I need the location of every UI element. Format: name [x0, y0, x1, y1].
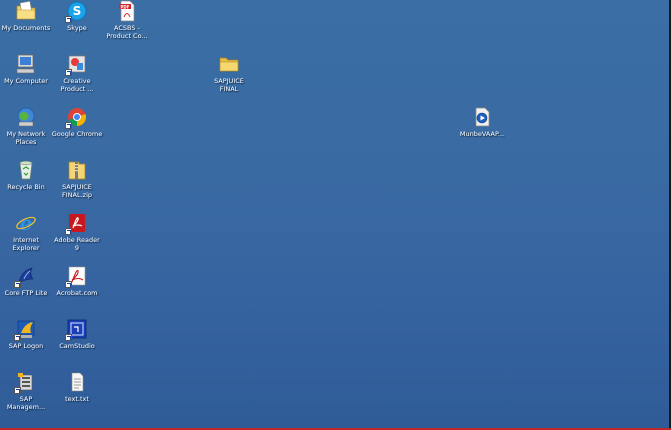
desktop-icon-skype[interactable]: S Skype	[51, 0, 103, 32]
shortcut-arrow-icon	[65, 69, 72, 76]
desktop-icon-internet-explorer[interactable]: e Internet Explorer	[0, 211, 52, 252]
icon-label: My Documents	[1, 24, 51, 32]
desktop-icon-recycle-bin[interactable]: Recycle Bin	[0, 159, 52, 191]
skype-icon: S	[65, 0, 88, 23]
camstudio-icon	[65, 318, 88, 341]
icon-label: SAP Logon	[8, 342, 44, 350]
desktop-icon-sap-management[interactable]: SAP Managem...	[0, 371, 52, 411]
icon-label: text.txt	[65, 395, 89, 403]
desktop-icon-my-network-places[interactable]: My Network Places	[0, 106, 52, 146]
shortcut-arrow-icon	[65, 228, 72, 235]
icon-label: Creative Product ...	[60, 77, 94, 93]
folder-documents-icon	[15, 0, 37, 22]
icon-label: Adobe Reader 9	[54, 236, 100, 252]
desktop-icon-munbevaap[interactable]: MunbeVAAP...	[456, 106, 508, 138]
zip-folder-icon	[66, 159, 88, 181]
internet-explorer-icon: e	[15, 211, 37, 235]
icon-label: Core FTP Lite	[4, 289, 48, 297]
folder-icon	[218, 53, 240, 75]
icon-label: SAPJUICE FINAL.zip	[62, 183, 92, 199]
desktop-icon-acsbs-pdf[interactable]: PDF ACSBS - Product Co...	[101, 0, 153, 40]
desktop-icon-google-chrome[interactable]: Google Chrome	[51, 106, 103, 138]
desktop-icon-sap-logon[interactable]: SAP Logon	[0, 318, 52, 350]
shortcut-arrow-icon	[65, 16, 72, 23]
desktop: My Documents S Skype PDF ACSBS - Product…	[0, 0, 671, 430]
shortcut-arrow-icon	[65, 334, 72, 341]
sap-management-icon	[14, 371, 37, 394]
shortcut-arrow-icon	[14, 334, 21, 341]
text-file-icon	[66, 371, 88, 393]
icon-label: Skype	[67, 24, 87, 32]
chrome-icon	[65, 106, 88, 129]
core-ftp-icon	[14, 265, 37, 288]
icon-label: Recycle Bin	[7, 183, 45, 191]
acrobat-com-icon	[65, 265, 88, 288]
shortcut-arrow-icon	[65, 122, 72, 129]
desktop-icon-camstudio[interactable]: CamStudio	[51, 318, 103, 350]
computer-icon	[15, 53, 37, 75]
desktop-icon-adobe-reader[interactable]: Adobe Reader 9	[51, 212, 103, 252]
desktop-icon-text-txt[interactable]: text.txt	[51, 371, 103, 403]
icon-label: Google Chrome	[51, 130, 103, 138]
shortcut-arrow-icon	[14, 387, 21, 394]
desktop-icon-acrobat-com[interactable]: Acrobat.com	[51, 265, 103, 297]
icon-label: Acrobat.com	[56, 289, 98, 297]
desktop-icon-sapjuice-final-zip[interactable]: SAPJUICE FINAL.zip	[51, 159, 103, 199]
svg-text:S: S	[73, 4, 82, 18]
adobe-reader-icon	[65, 212, 88, 235]
icon-label: ACSBS - Product Co...	[106, 24, 148, 40]
desktop-icon-sapjuice-final-folder[interactable]: SAPJUICE FINAL	[203, 53, 255, 93]
desktop-icon-my-computer[interactable]: My Computer	[0, 53, 52, 85]
svg-text:PDF: PDF	[121, 4, 130, 9]
shortcut-arrow-icon	[14, 281, 21, 288]
icon-label: SAPJUICE FINAL	[214, 77, 244, 93]
desktop-icon-core-ftp-lite[interactable]: Core FTP Lite	[0, 265, 52, 297]
network-places-icon	[15, 106, 37, 128]
icon-label: MunbeVAAP...	[459, 130, 505, 138]
svg-text:e: e	[20, 212, 33, 234]
desktop-icon-creative-product[interactable]: Creative Product ...	[51, 53, 103, 93]
sap-logon-icon	[14, 318, 37, 341]
desktop-icon-my-documents[interactable]: My Documents	[0, 0, 52, 32]
pdf-document-icon: PDF	[116, 0, 138, 22]
creative-product-icon	[65, 53, 88, 76]
icon-label: CamStudio	[59, 342, 95, 350]
shortcut-arrow-icon	[65, 281, 72, 288]
icon-label: SAP Managem...	[6, 395, 46, 411]
icon-label: My Computer	[4, 77, 48, 85]
recycle-bin-icon	[15, 159, 37, 181]
media-file-icon	[471, 106, 493, 128]
icon-label: Internet Explorer	[12, 236, 40, 252]
icon-label: My Network Places	[6, 130, 46, 146]
